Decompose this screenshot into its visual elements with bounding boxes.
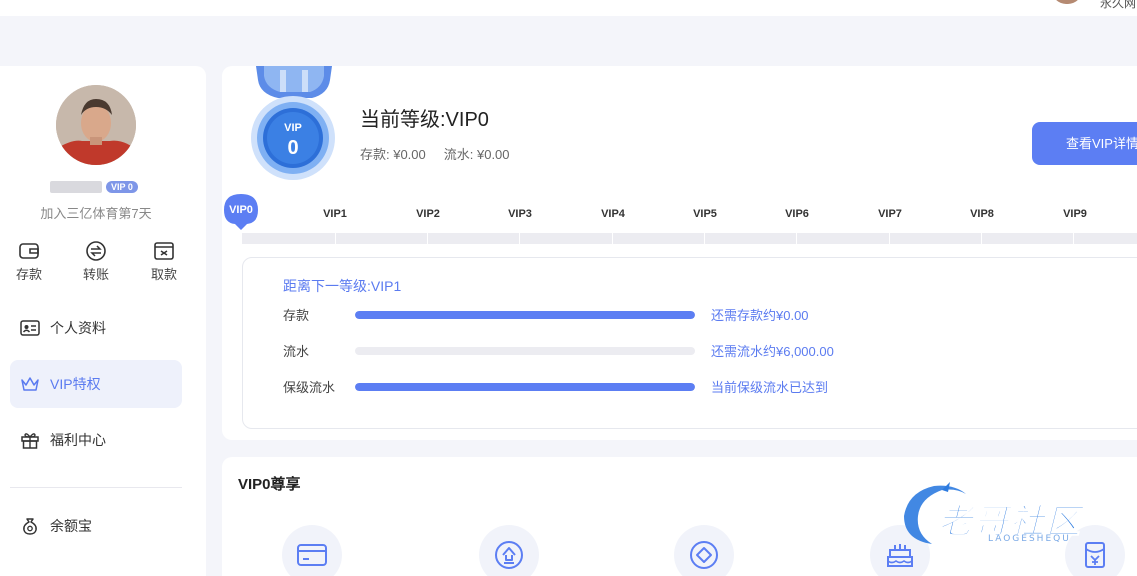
timeline-tick	[704, 233, 705, 244]
watermark-subtext: LAOGESHEQU	[988, 534, 1071, 544]
money-bag-icon	[23, 518, 37, 535]
timeline-tick	[519, 233, 520, 244]
quick-action-label: 存款	[15, 267, 42, 282]
timeline-tick	[335, 233, 336, 244]
progress-fill	[355, 383, 695, 391]
transfer-icon	[86, 241, 106, 261]
perks-title: VIP0尊享	[238, 476, 301, 493]
level-label-vip8: VIP8	[970, 208, 994, 220]
gift-icon	[21, 433, 39, 449]
sidebar-item-label: VIP特权	[50, 376, 101, 392]
timeline-tick	[981, 233, 982, 244]
sidebar-item-balance-treasure[interactable]: 余额宝	[10, 502, 182, 550]
level-label-vip2: VIP2	[416, 208, 440, 220]
vip-details-button[interactable]: 查看VIP详情	[1032, 122, 1137, 165]
level-label-vip5: VIP5	[693, 208, 717, 220]
username: mp0721	[50, 181, 102, 193]
timeline-tick	[427, 233, 428, 244]
join-days-text: 加入三亿体育第7天	[40, 206, 152, 221]
sidebar-item-profile[interactable]: 个人资料	[10, 304, 182, 352]
top-bar: 永久网	[0, 0, 1137, 16]
level-label-vip3: VIP3	[508, 208, 532, 220]
progress-label: 流水	[283, 344, 310, 359]
diamond-icon	[690, 541, 718, 569]
medal-level: 0	[287, 137, 298, 159]
sidebar-item-label: 个人资料	[50, 320, 106, 336]
vip-medal-icon: VIP 0	[251, 66, 335, 180]
progress-label: 保级流水	[283, 380, 336, 395]
progress-note: 还需流水约¥6,000.00	[711, 344, 834, 359]
progress-row-deposit: 存款 还需存款约¥0.00	[283, 305, 1083, 325]
header-username[interactable]: 永久网	[1100, 0, 1136, 11]
sidebar-divider	[10, 487, 182, 488]
avatar-photo	[56, 85, 136, 165]
crown-icon	[21, 377, 39, 391]
sidebar-item-label: 福利中心	[50, 432, 106, 448]
progress-note: 还需存款约¥0.00	[711, 308, 809, 323]
timeline-tick	[889, 233, 890, 244]
perk-upgrade[interactable]	[479, 525, 539, 576]
sidebar: mp0721 VIP 0 加入三亿体育第7天 存款 转账 取款 个人资料	[0, 66, 206, 576]
sidebar-item-benefits[interactable]: 福利中心	[10, 416, 182, 464]
level-label-vip7: VIP7	[878, 208, 902, 220]
progress-bar	[355, 311, 695, 319]
level-label-vip6: VIP6	[785, 208, 809, 220]
progress-row-keep-level: 保级流水 当前保级流水已达到	[283, 377, 1083, 397]
transfer-quick-action[interactable]: 转账	[71, 240, 121, 283]
next-level-progress-box: 距离下一等级:VIP1 存款 还需存款约¥0.00 流水 还需流水约¥6,000…	[242, 257, 1137, 429]
user-line: mp0721 VIP 0	[50, 179, 138, 195]
current-level-pin-label: VIP0	[229, 204, 253, 216]
progress-bar	[355, 383, 695, 391]
progress-bar	[355, 347, 695, 355]
turnover-summary: 流水: ¥0.00	[443, 147, 510, 162]
next-level-text: 距离下一等级:VIP1	[283, 278, 402, 294]
deposit-summary: 存款: ¥0.00	[360, 147, 426, 162]
vip-badge: VIP 0	[106, 181, 138, 193]
level-summary: 存款: ¥0.00 流水: ¥0.00	[360, 144, 510, 163]
deposit-quick-action[interactable]: 存款	[4, 240, 54, 283]
id-card-icon	[20, 320, 40, 336]
level-label-vip9: VIP9	[1063, 208, 1087, 220]
quick-action-label: 转账	[82, 267, 109, 282]
progress-label: 存款	[283, 308, 310, 323]
vip-level-card: VIP 0 当前等级:VIP0 存款: ¥0.00 流水: ¥0.00 查看VIP…	[222, 66, 1137, 440]
header-avatar[interactable]	[1052, 0, 1082, 4]
timeline-tick	[796, 233, 797, 244]
medal-vip-label: VIP	[284, 122, 302, 134]
progress-row-turnover: 流水 还需流水约¥6,000.00	[283, 341, 1083, 361]
progress-note: 当前保级流水已达到	[711, 380, 829, 395]
withdraw-icon	[154, 242, 174, 260]
quick-action-label: 取款	[150, 267, 177, 282]
level-label-vip4: VIP4	[601, 208, 625, 220]
card-icon	[297, 544, 327, 566]
timeline-tick	[612, 233, 613, 244]
wallet-icon	[19, 243, 39, 259]
current-level-title: 当前等级:VIP0	[360, 109, 489, 131]
level-label-vip1: VIP1	[323, 208, 347, 220]
perk-diamond[interactable]	[674, 525, 734, 576]
upgrade-icon	[495, 541, 523, 569]
watermark-logo: 老哥社区 LAOGESHEQU	[898, 480, 1128, 550]
withdraw-quick-action[interactable]: 取款	[139, 240, 189, 283]
sidebar-item-label: 余额宝	[50, 518, 92, 534]
avatar[interactable]	[56, 85, 136, 165]
timeline-tick	[1073, 233, 1074, 244]
progress-fill	[355, 311, 695, 319]
level-timeline-track	[242, 233, 1137, 244]
perk-card[interactable]	[282, 525, 342, 576]
current-level-pin: VIP0	[224, 194, 258, 230]
sidebar-item-vip[interactable]: VIP特权	[10, 360, 182, 408]
